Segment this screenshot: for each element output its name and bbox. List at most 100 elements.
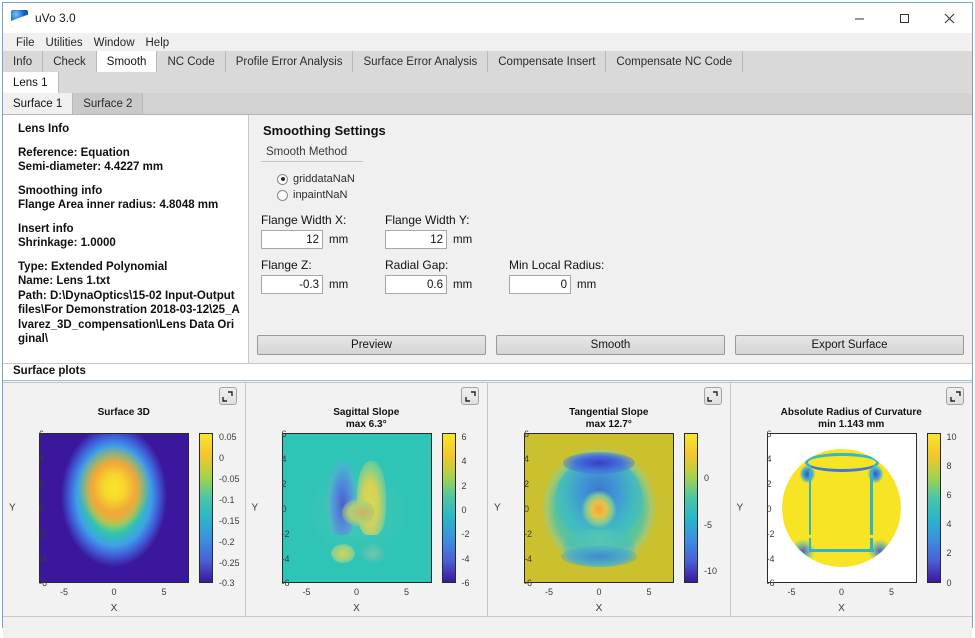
flange-width-y-input[interactable] bbox=[385, 230, 447, 249]
tab-lens-1[interactable]: Lens 1 bbox=[3, 72, 59, 93]
plot-title-tangential-slope: Tangential Slope max 12.7° bbox=[488, 383, 730, 431]
x-axis-label: X bbox=[39, 603, 189, 614]
cbar-tick: 0 bbox=[219, 453, 224, 463]
radio-inpaintnan-label: inpaintNaN bbox=[293, 189, 347, 201]
tab-surface-2[interactable]: Surface 2 bbox=[73, 93, 143, 114]
maximize-icon[interactable] bbox=[882, 3, 927, 33]
y-axis-label: Y bbox=[494, 503, 501, 514]
preview-button[interactable]: Preview bbox=[257, 335, 486, 355]
field-flange-width-y: Flange Width Y: mm bbox=[385, 213, 509, 249]
status-bar bbox=[3, 616, 972, 638]
expand-icon[interactable] bbox=[704, 387, 722, 405]
settings-fields: Flange Width X: mm Flange Width Y: mm bbox=[261, 213, 960, 294]
plot-body-sagittal-slope: 6 4 2 0 -2 -4 -6 -5 0 5 Y X 6 4 2 0 -2 bbox=[246, 431, 488, 616]
window-controls bbox=[837, 3, 972, 33]
tab-info[interactable]: Info bbox=[3, 51, 43, 72]
flange-z-input[interactable] bbox=[261, 275, 323, 294]
plot-axes[interactable] bbox=[282, 433, 432, 583]
plot-title-absolute-radius-of-curvature: Absolute Radius of Curvature min 1.143 m… bbox=[731, 383, 973, 431]
lens-info-panel: Lens Info Reference: Equation Semi-diame… bbox=[3, 115, 249, 363]
flange-z-label: Flange Z: bbox=[261, 258, 385, 272]
plot-axes[interactable] bbox=[524, 433, 674, 583]
application-window: uVo 3.0 File Utilities Window Help Info … bbox=[2, 2, 973, 628]
smoothing-settings-heading: Smoothing Settings bbox=[263, 123, 960, 138]
radial-gap-input[interactable] bbox=[385, 275, 447, 294]
xtick: -5 bbox=[60, 587, 68, 597]
cbar-tick: 4 bbox=[462, 456, 467, 466]
y-axis-label: Y bbox=[9, 503, 16, 514]
cbar-tick: -6 bbox=[462, 578, 470, 588]
colorbar-ticks: 6 4 2 0 -2 -4 -6 bbox=[459, 433, 489, 583]
plot-title-sagittal-slope: Sagittal Slope max 6.3° bbox=[246, 383, 488, 431]
radio-button-icon[interactable] bbox=[277, 174, 288, 185]
menu-file[interactable]: File bbox=[11, 35, 41, 51]
cbar-tick: 0 bbox=[947, 578, 952, 588]
lens-path: Path: D:\DynaOptics\15-02 Input-Output f… bbox=[13, 289, 240, 347]
tab-surface-1[interactable]: Surface 1 bbox=[3, 93, 73, 114]
shrinkage-value: Shrinkage: 1.0000 bbox=[13, 236, 240, 251]
close-icon[interactable] bbox=[927, 3, 972, 33]
cbar-tick: 0.05 bbox=[219, 432, 237, 442]
radial-gap-unit: mm bbox=[453, 279, 472, 291]
xtick: 5 bbox=[646, 587, 651, 597]
xtick: 0 bbox=[354, 587, 359, 597]
tab-compensate-insert[interactable]: Compensate Insert bbox=[488, 51, 606, 72]
flange-z-unit: mm bbox=[329, 279, 348, 291]
smooth-method-label: Smooth Method bbox=[261, 146, 363, 162]
surface-plots-container: Surface 3D 6 4 2 0 -2 -4 -6 -5 0 5 Y X bbox=[3, 381, 972, 616]
flange-width-x-label: Flange Width X: bbox=[261, 213, 385, 227]
smooth-button[interactable]: Smooth bbox=[496, 335, 725, 355]
expand-icon[interactable] bbox=[946, 387, 964, 405]
surface-plots-heading: Surface plots bbox=[3, 364, 972, 381]
colorbar bbox=[684, 433, 698, 583]
xtick: 0 bbox=[111, 587, 116, 597]
flange-width-x-input[interactable] bbox=[261, 230, 323, 249]
xtick: 5 bbox=[404, 587, 409, 597]
lens-info-heading: Lens Info bbox=[13, 122, 240, 137]
cbar-tick: 6 bbox=[947, 490, 952, 500]
surface-tab-strip: Surface 1 Surface 2 bbox=[3, 94, 972, 115]
cbar-tick: 4 bbox=[947, 519, 952, 529]
x-axis-label: X bbox=[524, 603, 674, 614]
tab-nc-code[interactable]: NC Code bbox=[157, 51, 225, 72]
plot-title-text: Tangential Slope bbox=[488, 407, 730, 419]
tab-surface-error-analysis[interactable]: Surface Error Analysis bbox=[353, 51, 488, 72]
cbar-tick: -0.1 bbox=[219, 495, 235, 505]
xtick: -5 bbox=[302, 587, 310, 597]
field-flange-z: Flange Z: mm bbox=[261, 258, 385, 294]
radio-griddatanan[interactable]: griddataNaN bbox=[277, 171, 960, 187]
lens-info-semi-diameter: Semi-diameter: 4.4227 mm bbox=[13, 160, 240, 175]
colorbar bbox=[199, 433, 213, 583]
tab-check[interactable]: Check bbox=[43, 51, 97, 72]
window-title: uVo 3.0 bbox=[35, 11, 76, 25]
cbar-tick: -2 bbox=[462, 529, 470, 539]
cbar-tick: 0 bbox=[462, 505, 467, 515]
plot-axes[interactable] bbox=[767, 433, 917, 583]
cbar-tick: -5 bbox=[704, 520, 712, 530]
tab-profile-error-analysis[interactable]: Profile Error Analysis bbox=[226, 51, 354, 72]
plot-card-tangential-slope: Tangential Slope max 12.7° 6 4 2 0 -2 -4 bbox=[488, 382, 731, 616]
plot-body-absolute-radius-of-curvature: 6 4 2 0 -2 -4 -6 -5 0 5 Y X 10 8 6 4 2 bbox=[731, 431, 973, 616]
field-row-2: Flange Z: mm Radial Gap: mm bbox=[261, 258, 960, 294]
minimize-icon[interactable] bbox=[837, 3, 882, 33]
colorbar-ticks: 0 -5 -10 bbox=[701, 433, 731, 583]
tab-smooth[interactable]: Smooth bbox=[97, 51, 158, 72]
plot-title-text: Sagittal Slope bbox=[246, 407, 488, 419]
radio-button-icon[interactable] bbox=[277, 190, 288, 201]
expand-icon[interactable] bbox=[219, 387, 237, 405]
tab-compensate-nc-code[interactable]: Compensate NC Code bbox=[606, 51, 743, 72]
menu-help[interactable]: Help bbox=[141, 35, 176, 51]
plot-card-absolute-radius-of-curvature: Absolute Radius of Curvature min 1.143 m… bbox=[731, 382, 973, 616]
menu-utilities[interactable]: Utilities bbox=[41, 35, 89, 51]
menu-window[interactable]: Window bbox=[89, 35, 141, 51]
plot-axes[interactable] bbox=[39, 433, 189, 583]
cbar-tick: 2 bbox=[462, 481, 467, 491]
radio-inpaintnan[interactable]: inpaintNaN bbox=[277, 187, 960, 203]
export-surface-button[interactable]: Export Surface bbox=[735, 335, 964, 355]
min-local-radius-input[interactable] bbox=[509, 275, 571, 294]
cbar-tick: -0.2 bbox=[219, 537, 235, 547]
field-flange-width-x: Flange Width X: mm bbox=[261, 213, 385, 249]
lens-type: Type: Extended Polynomial bbox=[13, 260, 240, 275]
xtick: 0 bbox=[596, 587, 601, 597]
expand-icon[interactable] bbox=[461, 387, 479, 405]
